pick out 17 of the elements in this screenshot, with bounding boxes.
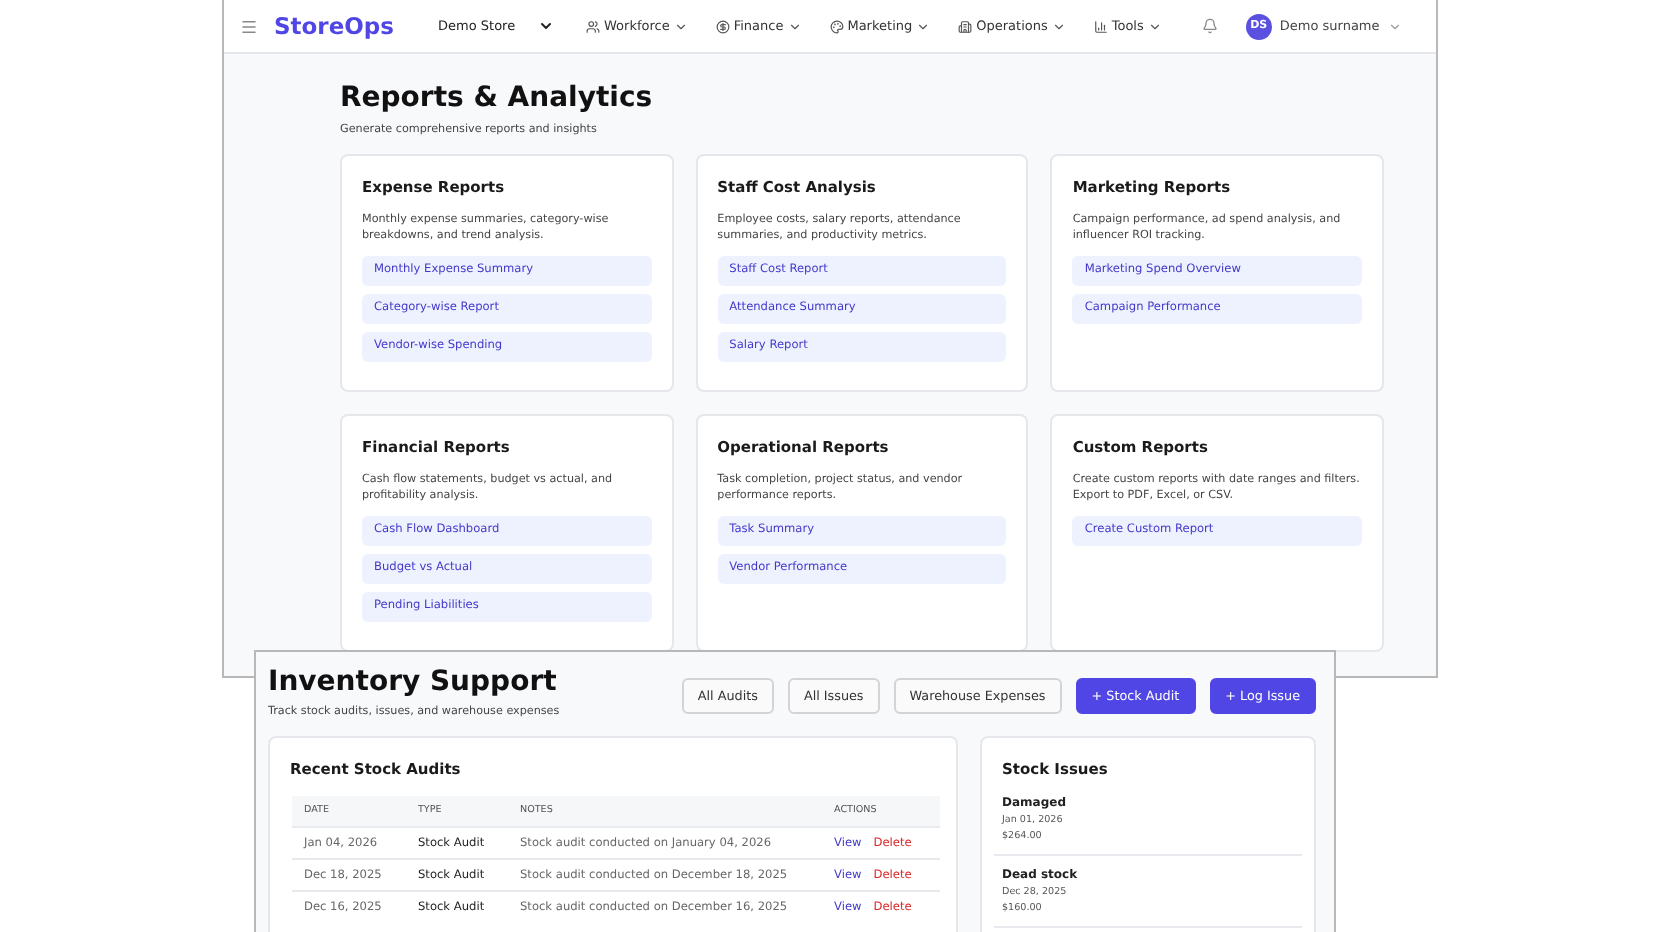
bell-icon[interactable] xyxy=(1201,18,1218,34)
page-title: Reports & Analytics xyxy=(340,82,655,114)
users-icon xyxy=(586,19,601,33)
chevron-icon[interactable] xyxy=(538,18,555,34)
chevron-icon xyxy=(1387,19,1402,33)
building-icon xyxy=(958,19,973,33)
menu-icon[interactable] xyxy=(240,17,258,35)
chevron-icon xyxy=(1051,19,1066,33)
chevron-icon xyxy=(673,19,688,33)
dollar-icon xyxy=(715,19,730,33)
chart-icon xyxy=(1093,19,1108,33)
logo[interactable]: StoreOps xyxy=(274,12,395,40)
chevron-icon xyxy=(787,19,802,33)
section-title: Inventory Support xyxy=(268,666,559,698)
chevron-icon xyxy=(916,19,931,33)
palette-icon xyxy=(829,19,844,33)
chevron-icon xyxy=(1147,19,1162,33)
